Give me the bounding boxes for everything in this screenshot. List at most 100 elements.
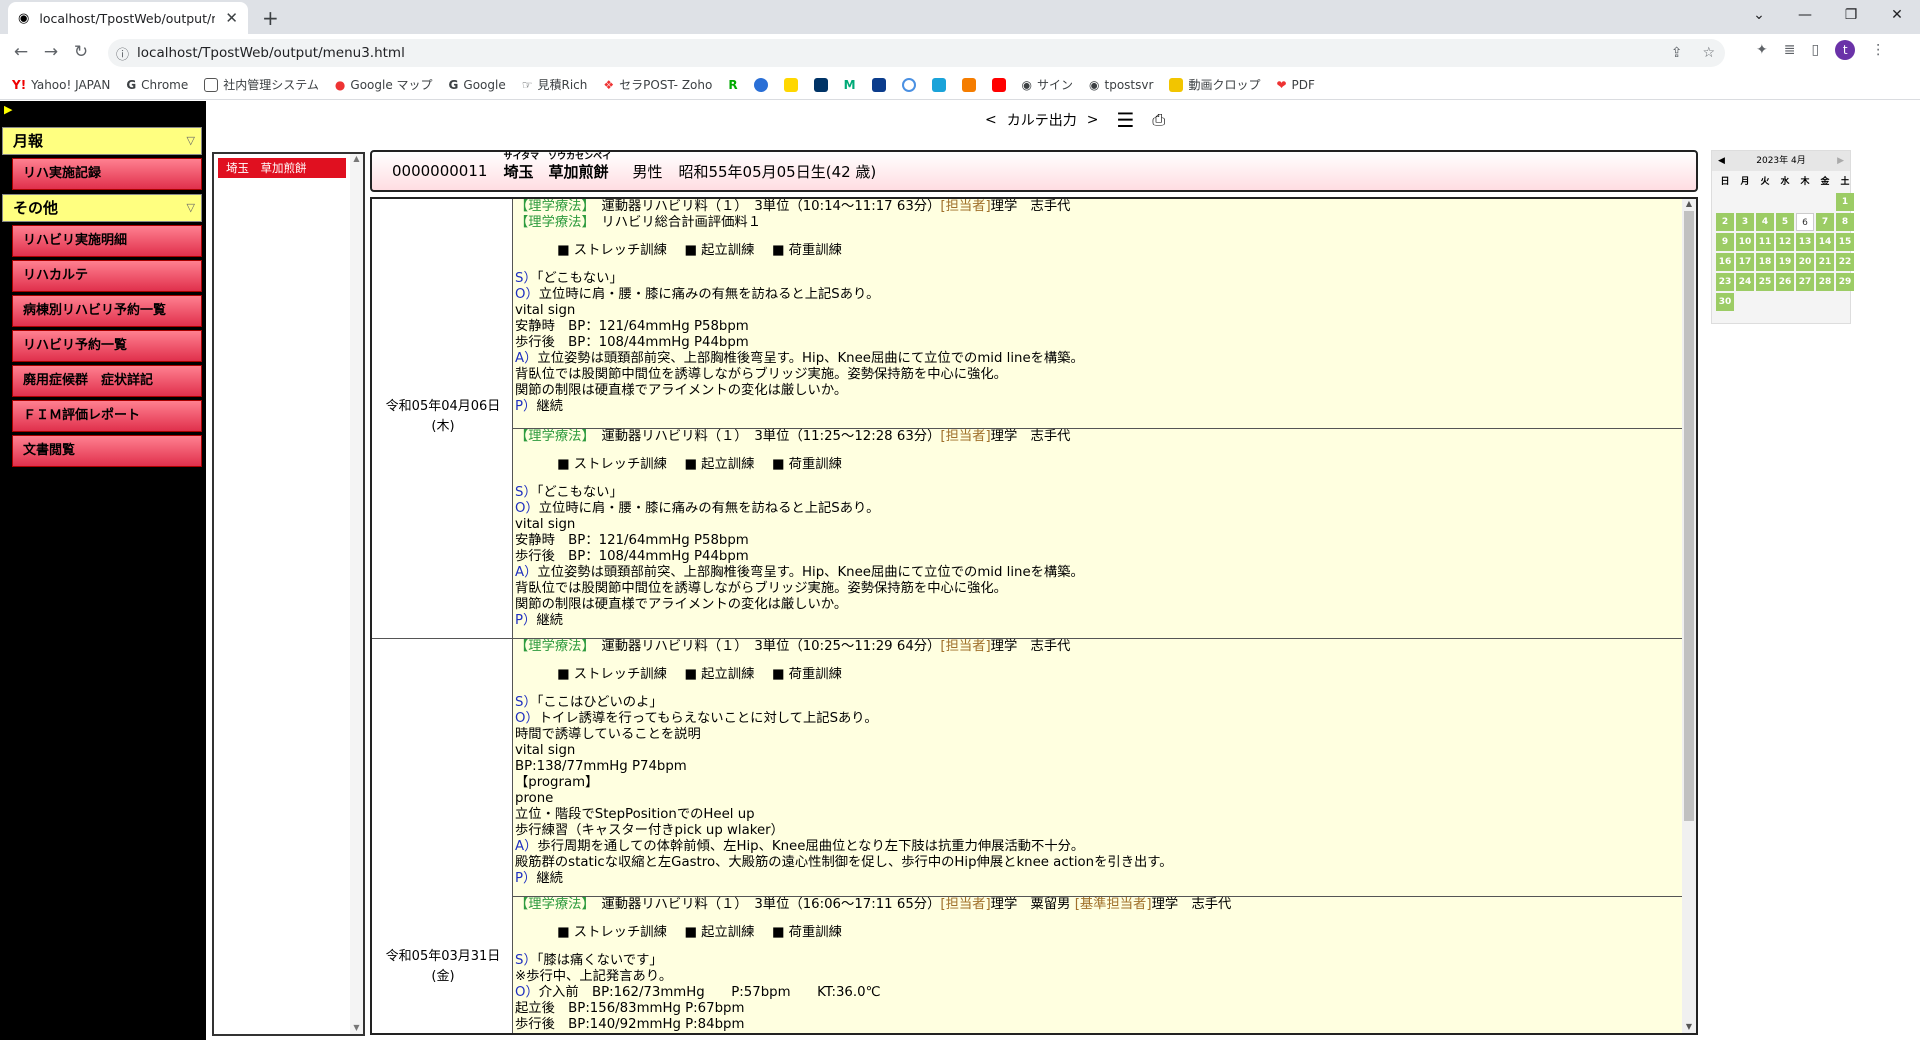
sidebar-item-reservations[interactable]: リハビリ予約一覧 xyxy=(12,330,202,362)
note-segment: 「ここはひどいのよ」 xyxy=(536,695,663,710)
calendar-day[interactable]: 20 xyxy=(1796,253,1814,271)
calendar-day[interactable]: 26 xyxy=(1776,273,1794,291)
bookmark-circle[interactable] xyxy=(753,77,768,92)
calendar-day[interactable]: 27 xyxy=(1796,273,1814,291)
calendar-dow: 日 xyxy=(1720,177,1730,187)
calendar-day[interactable]: 6 xyxy=(1796,213,1814,231)
calendar-day[interactable]: 5 xyxy=(1776,213,1794,231)
calendar-day[interactable]: 14 xyxy=(1816,233,1834,251)
bookmark-chat[interactable] xyxy=(931,77,946,92)
calendar-day[interactable]: 12 xyxy=(1776,233,1794,251)
records-scrollbar[interactable]: ▲ ▼ xyxy=(1682,199,1696,1033)
bookmark-google-maps[interactable]: ● Google マップ xyxy=(335,76,433,93)
new-tab-icon[interactable]: + xyxy=(262,6,279,30)
bookmark-youtube[interactable] xyxy=(991,77,1006,92)
calendar-day[interactable]: 2 xyxy=(1716,213,1734,231)
back-icon[interactable]: ← xyxy=(6,42,36,62)
bookmark-google[interactable]: G Google xyxy=(449,78,506,92)
sidebar-item-rehab-record[interactable]: リハ実施記録 xyxy=(12,158,202,190)
calendar-day[interactable]: 10 xyxy=(1736,233,1754,251)
browser-tab[interactable]: ◉ localhost/TpostWeb/output/menu ✕ xyxy=(8,2,248,34)
next-button[interactable]: > xyxy=(1087,112,1099,128)
extensions-icon[interactable]: ✦ xyxy=(1756,42,1768,58)
calendar-day[interactable]: 25 xyxy=(1756,273,1774,291)
calendar-day[interactable]: 23 xyxy=(1716,273,1734,291)
menu-dots-icon[interactable]: ⋮ xyxy=(1871,42,1885,58)
reading-list-icon[interactable]: ≣ xyxy=(1784,42,1796,58)
calendar-day[interactable]: 15 xyxy=(1836,233,1854,251)
calendar-prev-icon[interactable]: ◀ xyxy=(1718,151,1725,171)
bookmark-disc[interactable] xyxy=(901,77,916,92)
calendar-day[interactable]: 22 xyxy=(1836,253,1854,271)
bookmark-pdf[interactable]: ❤ PDF xyxy=(1276,78,1314,92)
bookmark-blogger[interactable] xyxy=(961,77,976,92)
blogger-icon xyxy=(961,77,976,92)
bookmark-sbi[interactable] xyxy=(871,77,886,92)
sidebar-section-other[interactable]: その他 ▽ xyxy=(2,194,202,222)
calendar-day[interactable]: 17 xyxy=(1736,253,1754,271)
hamburger-menu-icon[interactable]: ☰ xyxy=(1116,108,1134,132)
bookmark-mitsumori[interactable]: ☞ 見積Rich xyxy=(522,76,588,93)
forward-icon[interactable]: → xyxy=(36,42,66,62)
calendar-day[interactable]: 19 xyxy=(1776,253,1794,271)
bookmark-yahoo[interactable]: Y! Yahoo! JAPAN xyxy=(12,78,110,92)
calendar-day[interactable]: 9 xyxy=(1716,233,1734,251)
prev-button[interactable]: < xyxy=(985,112,997,128)
sidebar-item-ward-reservations[interactable]: 病棟別リハビリ予約一覧 xyxy=(12,295,202,327)
sidebar-item-fim-report[interactable]: ＦＩＭ評価レポート xyxy=(12,400,202,432)
calendar-day[interactable]: 4 xyxy=(1756,213,1774,231)
bookmark-nk[interactable] xyxy=(783,77,798,92)
bookmark-video-crop[interactable]: 動画クロップ xyxy=(1169,76,1260,93)
printer-icon[interactable]: ⎙ xyxy=(1152,110,1165,130)
bookmark-serapost[interactable]: ❖ セラPOST- Zoho xyxy=(603,76,712,93)
sidebar-section-monthly[interactable]: 月報 ▽ xyxy=(2,127,202,155)
calendar-day[interactable]: 18 xyxy=(1756,253,1774,271)
bookmark-news[interactable] xyxy=(813,77,828,92)
browser-tabbar: ◉ localhost/TpostWeb/output/menu ✕ + ⌄ —… xyxy=(0,0,1920,34)
scrollbar-thumb[interactable] xyxy=(1684,211,1694,821)
calendar-day[interactable]: 7 xyxy=(1816,213,1834,231)
calendar-day[interactable]: 16 xyxy=(1716,253,1734,271)
note-segment: 運動器リハビリ料（１） 3単位（16:06～17:11 65分） xyxy=(588,897,941,912)
bookmark-m[interactable]: M xyxy=(844,78,856,92)
reload-icon[interactable]: ↻ xyxy=(66,42,96,62)
note-segment: 継続 xyxy=(536,399,563,414)
bookmark-tpostsvr[interactable]: ◉ tpostsvr xyxy=(1089,78,1153,92)
minimize-icon[interactable]: — xyxy=(1782,0,1828,30)
bookmark-sign[interactable]: ◉ サイン xyxy=(1022,76,1074,93)
sidebar-item-rehab-detail[interactable]: リハビリ実施明細 xyxy=(12,225,202,257)
bookmark-internal-system[interactable]: 社内管理システム xyxy=(204,76,319,93)
side-panel-icon[interactable]: ▯ xyxy=(1811,42,1819,58)
calendar-day[interactable]: 28 xyxy=(1816,273,1834,291)
record-date: 令和05年04月06日 (木) xyxy=(385,399,501,434)
calendar-day[interactable]: 1 xyxy=(1836,193,1854,211)
collapse-triangle-icon[interactable]: ▶ xyxy=(4,103,12,116)
calendar-day[interactable]: 13 xyxy=(1796,233,1814,251)
note-line: BP:138/77mmHg P74bpm xyxy=(515,759,687,774)
close-tab-icon[interactable]: ✕ xyxy=(225,9,238,27)
profile-avatar[interactable]: t xyxy=(1835,40,1856,60)
calendar-day[interactable]: 3 xyxy=(1736,213,1754,231)
calendar-day[interactable]: 11 xyxy=(1756,233,1774,251)
share-icon[interactable]: ⇪ xyxy=(1671,45,1683,61)
bookmark-star-icon[interactable]: ☆ xyxy=(1702,45,1715,61)
bookmark-chrome[interactable]: G Chrome xyxy=(126,78,188,92)
calendar-day[interactable]: 24 xyxy=(1736,273,1754,291)
calendar-day[interactable]: 21 xyxy=(1816,253,1834,271)
restore-icon[interactable]: ❐ xyxy=(1828,0,1874,30)
calendar-day[interactable]: 8 xyxy=(1836,213,1854,231)
omnibox[interactable]: ⓘ localhost/TpostWeb/output/menu3.html ⇪… xyxy=(108,39,1725,67)
sidebar-item-documents[interactable]: 文書閲覧 xyxy=(12,435,202,467)
sidebar-item-disuse-syndrome[interactable]: 廃用症候群 症状詳記 xyxy=(12,365,202,397)
calendar-day[interactable]: 30 xyxy=(1716,293,1734,311)
calendar: ◀ 2023年 4月 ▶ 日月火水木金土 1 2 3 4 5 6 7 8 9 10 11 12 13 14 1… xyxy=(1711,150,1854,324)
bookmark-r[interactable]: R xyxy=(728,78,737,92)
close-window-icon[interactable]: ✕ xyxy=(1874,0,1920,30)
patient-list-scrollbar[interactable]: ▲ ▼ xyxy=(350,154,363,1034)
sidebar-item-rehab-chart[interactable]: リハカルテ xyxy=(12,260,202,292)
calendar-next-icon[interactable]: ▶ xyxy=(1837,151,1844,171)
tab-search-icon[interactable]: ⌄ xyxy=(1736,0,1782,30)
calendar-day[interactable]: 29 xyxy=(1836,273,1854,291)
patient-list-item[interactable]: 埼玉 草加煎餅 xyxy=(218,158,346,178)
m-icon: M xyxy=(843,77,856,92)
